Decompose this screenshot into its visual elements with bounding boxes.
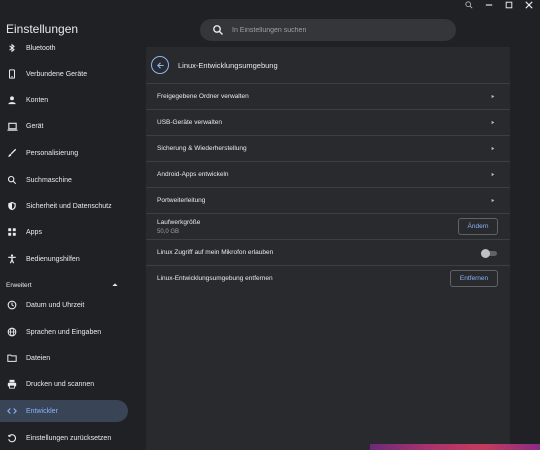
- laptop-icon: [6, 120, 18, 132]
- microphone-toggle[interactable]: [481, 248, 497, 258]
- sidebar-item-label: Einstellungen zurücksetzen: [26, 434, 112, 442]
- sidebar-item-accounts[interactable]: Konten: [0, 89, 128, 111]
- sidebar-item-device[interactable]: Gerät: [0, 115, 128, 137]
- minimize-icon[interactable]: [484, 0, 494, 10]
- row-port-forwarding[interactable]: Portweiterleitung: [146, 187, 510, 213]
- sidebar-item-search-engine[interactable]: Suchmaschine: [0, 169, 128, 191]
- row-usb-devices[interactable]: USB-Geräte verwalten: [146, 109, 510, 135]
- app-title: Einstellungen: [6, 22, 79, 36]
- section-advanced-label: Erweitert: [6, 281, 32, 289]
- wallpaper-strip: [370, 444, 540, 450]
- row-microphone: Linux Zugriff auf mein Mikrofon erlauben: [146, 239, 510, 265]
- section-advanced-toggle[interactable]: Erweitert: [6, 279, 118, 291]
- sidebar-item-label: Konten: [26, 96, 49, 104]
- search-box[interactable]: [200, 19, 456, 41]
- row-shared-folders[interactable]: Freigegebene Ordner verwalten: [146, 83, 510, 109]
- page-title: Linux-Entwicklungsumgebung: [178, 60, 278, 70]
- sidebar-item-label: Sprachen und Eingaben: [26, 328, 102, 336]
- row-label: Portweiterleitung: [157, 197, 206, 204]
- search-icon: [213, 25, 223, 35]
- sidebar-item-languages[interactable]: Sprachen und Eingaben: [0, 321, 128, 343]
- sidebar-item-label: Entwickler: [26, 407, 58, 415]
- sidebar-item-label: Suchmaschine: [26, 176, 72, 184]
- sidebar-item-personalization[interactable]: Personalisierung: [0, 142, 128, 164]
- chevron-right-icon: [490, 146, 496, 152]
- chevron-right-icon: [490, 94, 496, 100]
- apps-grid-icon: [6, 226, 18, 238]
- row-label: Freigegebene Ordner verwalten: [157, 93, 249, 100]
- reset-icon: [6, 432, 18, 444]
- sidebar-item-label: Verbundene Geräte: [26, 70, 88, 78]
- sidebar-item-apps[interactable]: Apps: [0, 221, 128, 243]
- chevron-right-icon: [490, 198, 496, 204]
- sidebar-item-label: Bluetooth: [26, 44, 56, 52]
- sidebar: Bluetooth Verbundene Geräte Konten Gerät…: [0, 37, 146, 450]
- sidebar-item-reset[interactable]: Einstellungen zurücksetzen: [0, 427, 128, 449]
- code-icon: [6, 405, 18, 417]
- disk-size-text: Laufwerkgröße 50,0 GB: [157, 219, 200, 235]
- row-backup-restore[interactable]: Sicherung & Wiederherstellung: [146, 135, 510, 161]
- accessibility-icon: [6, 253, 18, 265]
- maximize-icon[interactable]: [504, 0, 514, 10]
- window-controls: [464, 0, 540, 10]
- zoom-icon[interactable]: [464, 0, 474, 10]
- sidebar-item-label: Drucken und scannen: [26, 380, 95, 388]
- toggle-knob: [481, 248, 490, 258]
- sidebar-item-label: Dateien: [26, 354, 51, 362]
- row-disk-size: Laufwerkgröße 50,0 GB Ändern: [146, 213, 510, 239]
- sidebar-item-label: Apps: [26, 228, 42, 236]
- linux-settings-card: Linux-Entwicklungsumgebung Freigegebene …: [146, 47, 510, 450]
- shield-icon: [6, 200, 18, 212]
- row-label: Android-Apps entwickeln: [157, 171, 229, 178]
- search-icon: [6, 174, 18, 186]
- sidebar-item-developers[interactable]: Entwickler: [0, 400, 128, 422]
- disk-size-value: 50,0 GB: [157, 228, 180, 235]
- sidebar-item-bluetooth[interactable]: Bluetooth: [0, 37, 128, 59]
- phone-icon: [6, 68, 18, 80]
- globe-icon: [6, 326, 18, 338]
- close-icon[interactable]: [524, 0, 534, 10]
- sidebar-item-security[interactable]: Sicherheit und Datenschutz: [0, 195, 128, 217]
- sidebar-item-printing[interactable]: Drucken und scannen: [0, 373, 128, 395]
- chevron-up-icon: [112, 282, 118, 289]
- sidebar-item-label: Bedienungshilfen: [26, 255, 80, 263]
- back-button[interactable]: [151, 56, 169, 74]
- sidebar-item-connected-devices[interactable]: Verbundene Geräte: [0, 63, 128, 85]
- remove-linux-button[interactable]: Entfernen: [450, 270, 498, 287]
- arrow-back-icon: [156, 61, 164, 69]
- disk-size-label: Laufwerkgröße: [157, 218, 201, 226]
- change-disk-size-button[interactable]: Ändern: [458, 218, 498, 235]
- folder-icon: [6, 352, 18, 364]
- row-android-apps[interactable]: Android-Apps entwickeln: [146, 161, 510, 187]
- chevron-right-icon: [490, 120, 496, 126]
- row-label: Linux-Entwicklungsumgebung entfernen: [157, 275, 273, 282]
- chevron-right-icon: [490, 172, 496, 178]
- sidebar-item-label: Datum und Uhrzeit: [26, 301, 85, 309]
- sidebar-item-files[interactable]: Dateien: [0, 347, 128, 369]
- sidebar-item-accessibility[interactable]: Bedienungshilfen: [0, 248, 128, 270]
- sidebar-item-label: Sicherheit und Datenschutz: [26, 202, 112, 210]
- printer-icon: [6, 378, 18, 390]
- brush-icon: [6, 147, 18, 159]
- bluetooth-icon: [6, 42, 18, 54]
- clock-icon: [6, 299, 18, 311]
- sidebar-item-label: Gerät: [26, 122, 44, 130]
- row-remove-linux: Linux-Entwicklungsumgebung entfernen Ent…: [146, 265, 510, 291]
- row-label: Sicherung & Wiederherstellung: [157, 145, 247, 152]
- row-label: USB-Geräte verwalten: [157, 119, 223, 126]
- card-header: Linux-Entwicklungsumgebung: [146, 47, 510, 83]
- person-icon: [6, 94, 18, 106]
- search-input[interactable]: [232, 26, 432, 34]
- sidebar-item-date-time[interactable]: Datum und Uhrzeit: [0, 294, 128, 316]
- row-label: Linux Zugriff auf mein Mikrofon erlauben: [157, 249, 274, 256]
- sidebar-item-label: Personalisierung: [26, 149, 79, 157]
